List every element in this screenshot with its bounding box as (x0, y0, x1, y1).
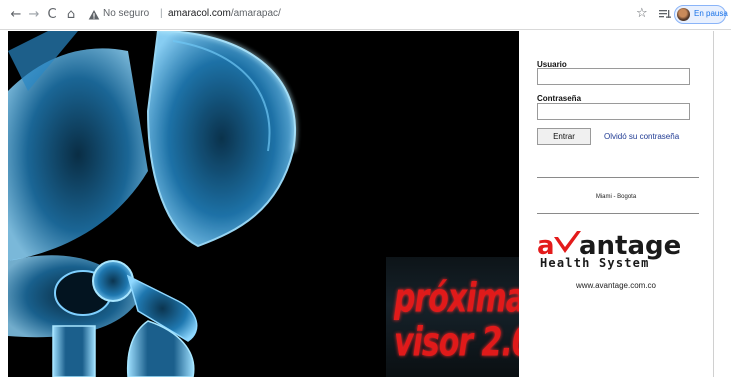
url-path: /amarapac/ (230, 8, 281, 19)
right-margin (713, 31, 731, 377)
promo-line-2: visor 2.0 (394, 319, 519, 367)
profile-status: En pausa (694, 9, 728, 18)
home-icon[interactable]: ⌂ (63, 7, 79, 23)
address-bar[interactable]: No seguro | amaracol.com/amarapac/ (84, 5, 594, 25)
cities-text: Miami - Bogota (595, 194, 637, 200)
reload-icon[interactable]: C (44, 7, 60, 23)
username-input[interactable] (537, 68, 690, 85)
avatar (677, 8, 690, 21)
svg-text:Health System: Health System (540, 256, 650, 270)
promo-line-1: próxima (394, 275, 519, 323)
reading-list-icon[interactable] (658, 7, 671, 21)
website-text: www.avantage.com.co (575, 281, 657, 290)
forgot-password-link[interactable]: Olvidó su contraseña (604, 132, 679, 141)
star-icon[interactable]: ☆ (636, 6, 648, 22)
avantage-logo: a antage Health System (537, 231, 681, 270)
divider (537, 213, 699, 214)
security-status[interactable]: No seguro (103, 8, 149, 19)
url-text[interactable]: amaracol.com/amarapac/ (168, 8, 281, 19)
password-input[interactable] (537, 103, 690, 120)
url-domain: amaracol.com (168, 8, 231, 19)
address-separator: | (160, 8, 163, 19)
profile-button[interactable]: En pausa (674, 5, 728, 24)
arrow-right-icon[interactable]: → (26, 7, 42, 23)
divider (537, 177, 699, 178)
browser-toolbar: ← → C ⌂ No seguro | amaracol.com/amarapa… (0, 0, 731, 30)
login-button[interactable]: Entrar (537, 128, 591, 145)
password-label: Contraseña (537, 94, 582, 103)
login-panel: Usuario Contraseña Entrar Olvidó su cont… (519, 31, 713, 377)
hero-image: próxima visor 2.0 (8, 31, 519, 377)
warning-icon[interactable] (88, 9, 100, 21)
arrow-left-icon[interactable]: ← (8, 7, 24, 23)
